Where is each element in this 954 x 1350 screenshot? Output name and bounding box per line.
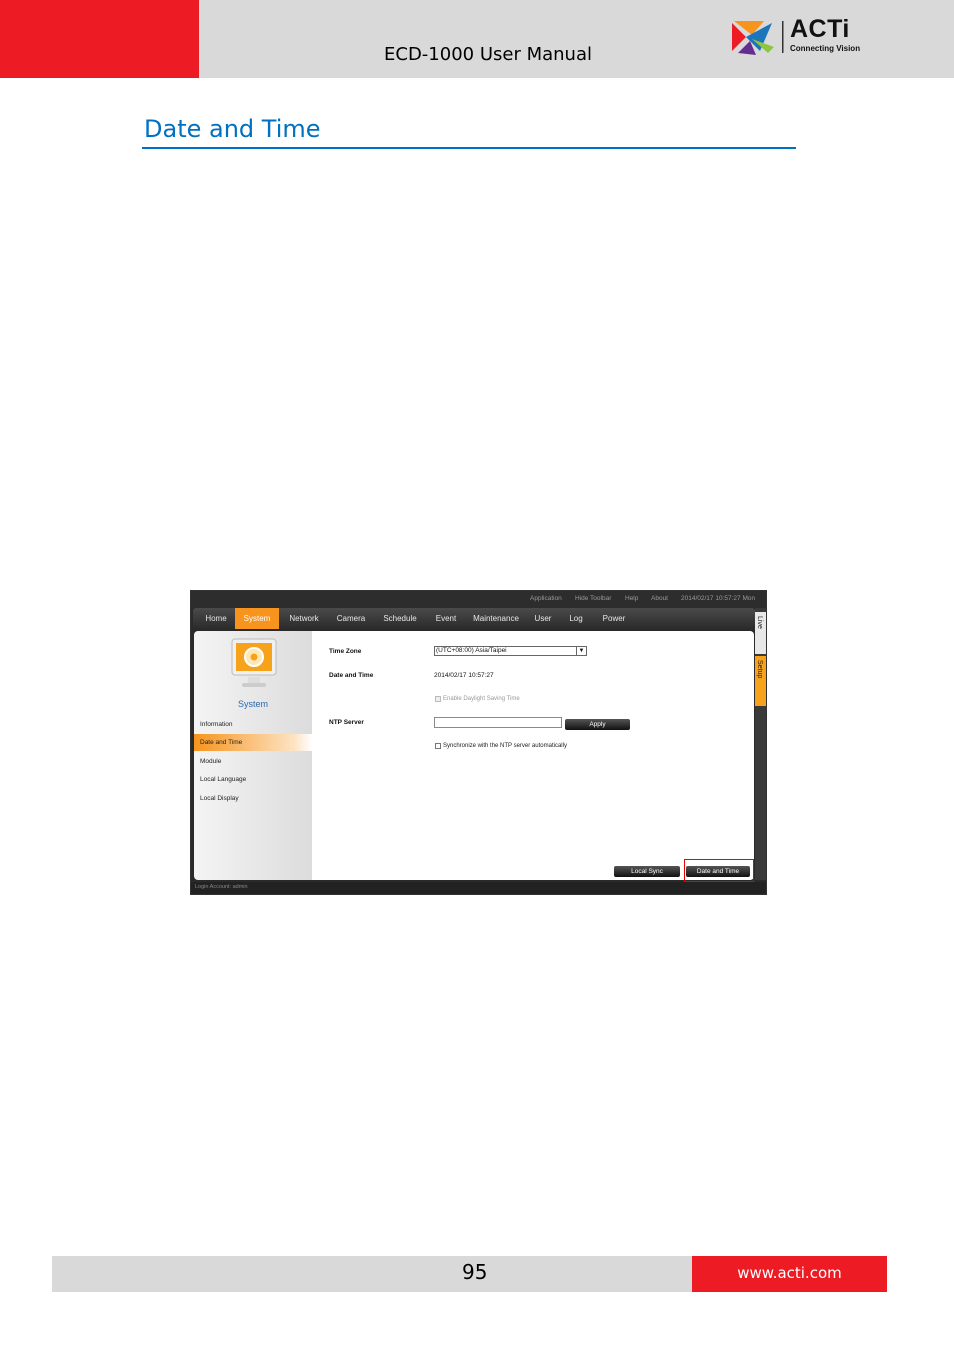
top-toolbar: Application Hide Toolbar Help About 2014…	[191, 591, 766, 608]
section-title: Date and Time	[144, 115, 321, 143]
side-tabs: Live Setup	[755, 608, 766, 880]
tab-live[interactable]: Live	[755, 612, 766, 654]
toolbar-about[interactable]: About	[651, 595, 668, 602]
toolbar-help[interactable]: Help	[625, 595, 638, 602]
local-sync-button[interactable]: Local Sync	[614, 866, 680, 877]
tab-setup-label: Setup	[756, 660, 763, 679]
main-nav: Home System Network Camera Schedule Even…	[193, 608, 755, 629]
website-link[interactable]: www.acti.com	[692, 1264, 887, 1282]
nav-user[interactable]: User	[527, 608, 559, 629]
sidebar-item-information[interactable]: Information	[194, 716, 312, 733]
nav-event[interactable]: Event	[427, 608, 465, 629]
nav-camera[interactable]: Camera	[329, 608, 373, 629]
date-and-time-button[interactable]: Date and Time	[686, 866, 750, 877]
logo-name: ACTi	[790, 15, 850, 43]
nav-system[interactable]: System	[235, 608, 279, 629]
monitor-gear-icon	[231, 638, 277, 687]
sidebar: System Information Date and Time Module …	[194, 631, 312, 880]
page-number: 95	[462, 1260, 488, 1284]
tab-setup[interactable]: Setup	[755, 656, 766, 706]
sidebar-title: System	[237, 699, 268, 709]
daylight-saving-label: Enable Daylight Saving Time	[443, 696, 520, 702]
time-zone-select[interactable]: (UTC+08:00) Asia/Taipei ▼	[434, 646, 587, 656]
sidebar-item-date-and-time[interactable]: Date and Time	[194, 734, 312, 751]
header-red-block	[0, 0, 199, 78]
nav-maintenance[interactable]: Maintenance	[467, 608, 525, 629]
ntp-sync-checkbox[interactable]	[435, 743, 441, 749]
toolbar-application[interactable]: Application	[530, 595, 562, 602]
nav-power[interactable]: Power	[593, 608, 635, 629]
ntp-sync-label: Synchronize with the NTP server automati…	[443, 743, 567, 749]
manual-title: ECD-1000 User Manual	[384, 44, 592, 65]
settings-panel: Time Zone (UTC+08:00) Asia/Taipei ▼ Date…	[312, 631, 754, 882]
chevron-down-icon: ▼	[576, 647, 586, 655]
sidebar-item-local-language[interactable]: Local Language	[194, 771, 312, 788]
logo-tagline: Connecting Vision	[790, 44, 861, 53]
nav-log[interactable]: Log	[561, 608, 591, 629]
login-account-text: Login Account: admin	[195, 884, 248, 890]
sidebar-item-local-display[interactable]: Local Display	[194, 790, 312, 807]
nav-schedule[interactable]: Schedule	[375, 608, 425, 629]
time-zone-value: (UTC+08:00) Asia/Taipei	[436, 647, 507, 654]
date-and-time-value: 2014/02/17 10:57:27	[434, 672, 494, 679]
ntp-server-input[interactable]	[434, 717, 562, 728]
ntp-server-label: NTP Server	[329, 719, 364, 726]
toolbar-datetime: 2014/02/17 10:57:27 Mon	[681, 595, 756, 602]
section-rule	[142, 147, 796, 149]
nav-home[interactable]: Home	[197, 608, 235, 629]
tab-live-label: Live	[756, 616, 763, 629]
toolbar-hide-toolbar[interactable]: Hide Toolbar	[575, 595, 611, 602]
daylight-saving-checkbox[interactable]	[435, 696, 441, 702]
ui-screenshot: Application Hide Toolbar Help About 2014…	[190, 590, 767, 895]
time-zone-label: Time Zone	[329, 648, 362, 655]
status-bar: Login Account: admin	[191, 882, 766, 894]
apply-button[interactable]: Apply	[565, 719, 630, 730]
date-and-time-label: Date and Time	[329, 672, 374, 679]
nav-network[interactable]: Network	[281, 608, 327, 629]
sidebar-item-module[interactable]: Module	[194, 753, 312, 770]
footer-gray-band	[52, 1256, 692, 1292]
